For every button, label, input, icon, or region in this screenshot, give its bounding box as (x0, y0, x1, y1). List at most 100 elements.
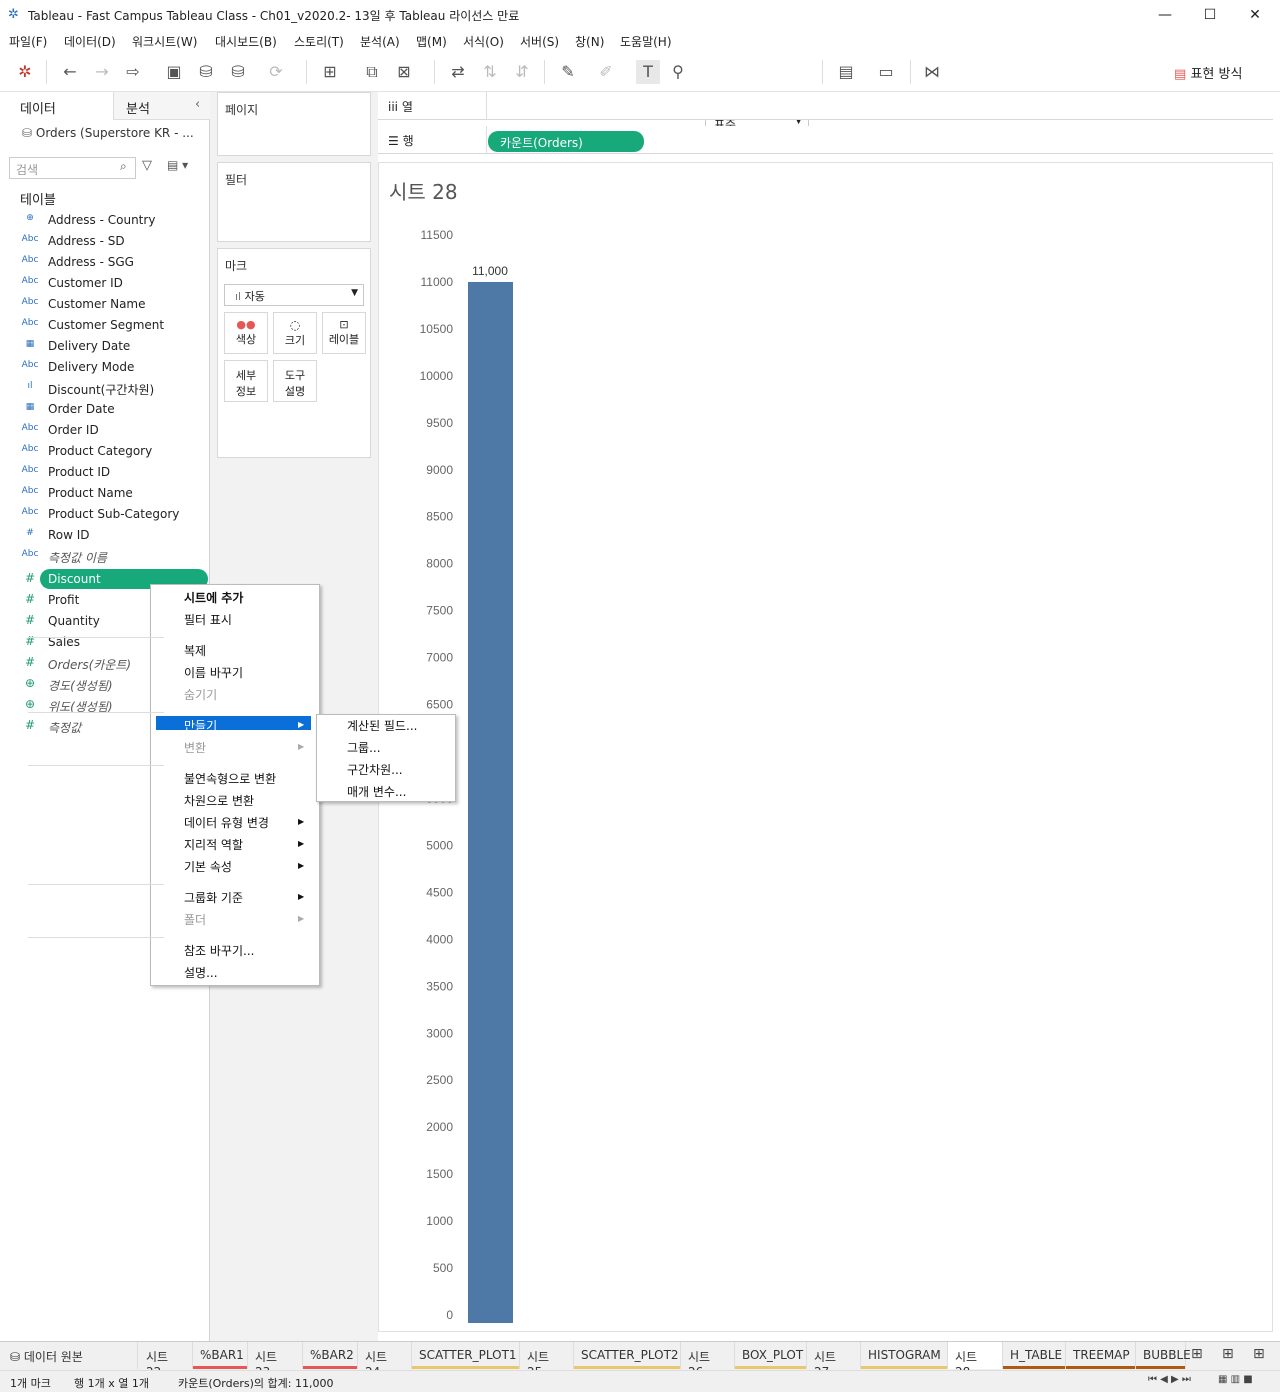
maximize-button[interactable]: ☐ (1199, 4, 1221, 26)
sheet-tab[interactable]: H_TABLE (1003, 1342, 1066, 1369)
refresh-icon[interactable]: ⟳ (264, 60, 288, 84)
view-options-icon[interactable]: ▤ ▾ (167, 158, 188, 172)
field-item[interactable]: Abc Product Category (20, 441, 208, 462)
field-item[interactable]: Abc Customer Segment (20, 315, 208, 336)
replay-icon[interactable]: ⇨ (121, 60, 145, 84)
rows-pill[interactable]: 카운트(Orders) (488, 131, 644, 152)
menu-data[interactable]: 데이터(D) (64, 33, 116, 50)
sort-ascending-icon[interactable]: ⇅ (478, 60, 502, 84)
menu-analysis[interactable]: 분석(A) (360, 33, 400, 50)
detail-button[interactable]: 세부 정보 (224, 360, 268, 402)
duplicate-sheet-icon[interactable]: ⧉ (360, 60, 384, 84)
sheet-tab[interactable]: 시트 22 (139, 1342, 193, 1379)
menu-worksheet[interactable]: 워크시트(W) (132, 33, 197, 50)
filters-card[interactable]: 필터 (217, 162, 371, 242)
context-menu-item[interactable]: 이름 바꾸기 (184, 664, 243, 681)
menu-file[interactable]: 파일(F) (9, 33, 47, 50)
context-menu-item[interactable]: 만들기 (184, 717, 217, 734)
share-icon[interactable]: ⋈ (920, 60, 944, 84)
sheet-tab[interactable]: BOX_PLOT (735, 1342, 807, 1369)
context-menu-item[interactable]: 차원으로 변환 (184, 792, 254, 809)
new-story-icon[interactable]: ⊞ (1253, 1346, 1265, 1362)
sheet-tab[interactable]: 시트 27 (807, 1342, 861, 1379)
submenu-item[interactable]: 그룹... (347, 739, 381, 756)
bar[interactable] (468, 281, 513, 1323)
menu-format[interactable]: 서식(O) (463, 33, 504, 50)
tab-data[interactable]: 데이터 (20, 98, 56, 117)
field-item[interactable]: # Row ID (20, 525, 208, 546)
submenu-item[interactable]: 매개 변수... (347, 783, 406, 800)
undo-icon[interactable]: ← (58, 60, 82, 84)
new-worksheet-icon[interactable]: ⊞ (1191, 1346, 1203, 1362)
field-item[interactable]: Abc Customer ID (20, 273, 208, 294)
sheet-tab[interactable]: SCATTER_PLOT1 (412, 1342, 520, 1369)
menu-help[interactable]: 도움말(H) (620, 33, 672, 50)
show-mark-labels-icon[interactable]: T (636, 60, 660, 84)
menu-server[interactable]: 서버(S) (520, 33, 559, 50)
clear-sheet-icon[interactable]: ⊠ (392, 60, 416, 84)
size-button[interactable]: ◌ 크기 (273, 312, 317, 354)
sheet-tab[interactable]: 시트 28 (948, 1342, 1003, 1379)
sheet-tab[interactable]: BUBBLE (1136, 1342, 1191, 1369)
menu-map[interactable]: 맵(M) (416, 33, 447, 50)
tab-analysis[interactable]: 분석 (126, 98, 150, 117)
highlight-icon[interactable]: ✎ (556, 60, 580, 84)
sheet-tab[interactable]: HISTOGRAM (861, 1342, 948, 1369)
sort-descending-icon[interactable]: ⇵ (510, 60, 534, 84)
sheet-tab[interactable]: TREEMAP (1066, 1342, 1136, 1369)
collapse-pane-icon[interactable]: ‹ (195, 97, 200, 112)
context-menu-item[interactable]: 필터 표시 (184, 611, 232, 628)
context-menu-item[interactable]: 참조 바꾸기... (184, 942, 254, 959)
sheet-tab[interactable]: 시트 23 (248, 1342, 303, 1379)
menu-window[interactable]: 창(N) (575, 33, 604, 50)
mark-type-select[interactable]: ıl 자동 ▼ (224, 284, 364, 306)
new-dashboard-icon[interactable]: ⊞ (1222, 1346, 1234, 1362)
context-menu-item[interactable]: 지리적 역할 (184, 836, 243, 853)
data-source-tab[interactable]: ⛁ 데이터 원본 (0, 1342, 138, 1369)
menu-dashboard[interactable]: 대시보드(B) (215, 33, 277, 50)
field-item[interactable]: Abc Address - SGG (20, 252, 208, 273)
pause-updates-icon[interactable]: ⛁ (226, 60, 250, 84)
field-item[interactable]: Abc 측정값 이름 (20, 546, 208, 567)
color-button[interactable]: ●● 색상 (224, 312, 268, 354)
field-item[interactable]: ▦ Order Date (20, 399, 208, 420)
field-item[interactable]: Abc Product Name (20, 483, 208, 504)
columns-shelf[interactable]: iii 열 (378, 92, 1273, 120)
redo-icon[interactable]: → (90, 60, 114, 84)
show-cards-icon[interactable]: ▤ (834, 60, 858, 84)
pin-axes-icon[interactable]: ⚲ (666, 60, 690, 84)
menu-story[interactable]: 스토리(T) (294, 33, 344, 50)
new-datasource-icon[interactable]: ⛁ (194, 60, 218, 84)
sheet-tab[interactable]: 시트 25 (520, 1342, 574, 1379)
sheet-tab[interactable]: SCATTER_PLOT2 (574, 1342, 681, 1369)
sheet-navigation-icon[interactable]: ⏮ ◀ ▶ ⏭ (1148, 1374, 1191, 1385)
search-input[interactable]: 검색 (9, 157, 136, 179)
sheet-tab[interactable]: 시트 26 (681, 1342, 735, 1379)
new-worksheet-icon[interactable]: ⊞ (318, 60, 342, 84)
tooltip-button[interactable]: 도구 설명 (273, 360, 317, 402)
field-item[interactable]: ▦ Delivery Date (20, 336, 208, 357)
swap-rows-columns-icon[interactable]: ⇄ (446, 60, 470, 84)
show-me-button[interactable]: ▤ 표현 방식 (1174, 63, 1242, 82)
presentation-mode-icon[interactable]: ▭ (874, 60, 898, 84)
context-menu-item[interactable]: 복제 (184, 642, 206, 659)
sheet-tab[interactable]: %BAR1 (193, 1342, 248, 1369)
context-menu-item[interactable]: 그룹화 기준 (184, 889, 243, 906)
minimize-button[interactable]: — (1154, 4, 1176, 26)
context-menu-item[interactable]: 데이터 유형 변경 (184, 814, 269, 831)
field-item[interactable]: ıl Discount(구간차원) (20, 378, 208, 399)
field-item[interactable]: Abc Address - SD (20, 231, 208, 252)
field-item[interactable]: Abc Product ID (20, 462, 208, 483)
context-menu-item[interactable]: 시트에 추가 (184, 589, 243, 606)
label-button[interactable]: ⊡ 레이블 (322, 312, 366, 354)
pages-card[interactable]: 페이지 (217, 92, 371, 156)
field-item[interactable]: Abc Product Sub-Category (20, 504, 208, 525)
save-icon[interactable]: ▣ (162, 60, 186, 84)
group-members-icon[interactable]: ✐ (594, 60, 618, 84)
sheet-tab[interactable]: %BAR2 (303, 1342, 358, 1369)
submenu-item[interactable]: 계산된 필드... (347, 717, 417, 734)
submenu-item[interactable]: 구간차원... (347, 761, 403, 778)
field-item[interactable]: Abc Order ID (20, 420, 208, 441)
close-button[interactable]: ✕ (1244, 4, 1266, 26)
datasource-item[interactable]: ⛁ Orders (Superstore KR - ... (22, 126, 194, 140)
